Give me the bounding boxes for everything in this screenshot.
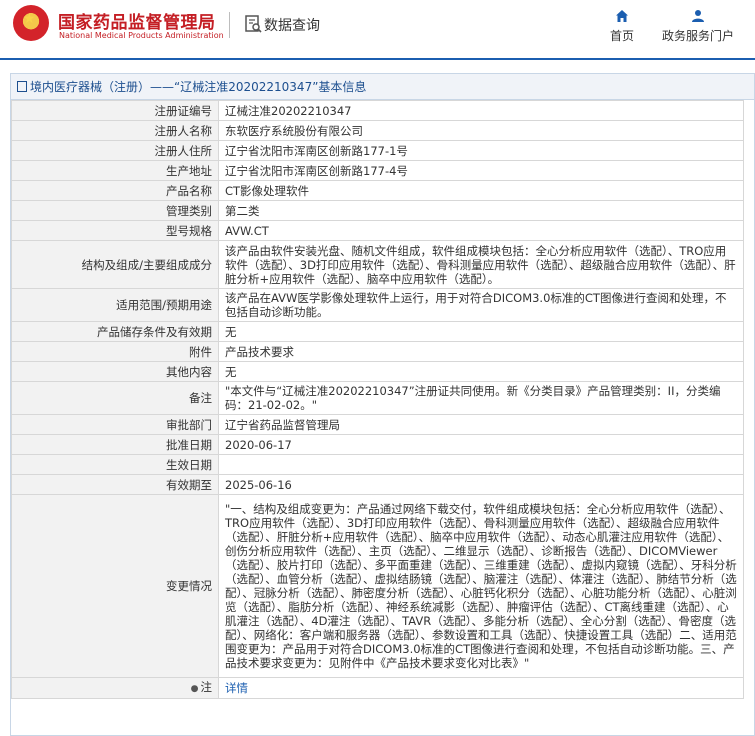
field-label: 产品储存条件及有效期 <box>11 321 219 342</box>
breadcrumb-text: 境内医疗器械（注册）——“辽械注准20202210347”基本信息 <box>30 80 367 94</box>
field-label: 注册人名称 <box>11 120 219 141</box>
field-label: 生效日期 <box>11 454 219 475</box>
table-row: 适用范围/预期用途 该产品在AVW医学影像处理软件上运行，用于对符合DICOM3.… <box>11 288 744 322</box>
table-row: 注册人名称 东软医疗系统股份有限公司 <box>11 120 744 141</box>
detail-panel: 境内医疗器械（注册）——“辽械注准20202210347”基本信息 注册证编号辽… <box>10 73 755 736</box>
field-value: 无 <box>218 361 744 382</box>
field-label: 有效期至 <box>11 474 219 495</box>
national-emblem-logo: ★ <box>13 5 49 41</box>
field-value <box>218 454 744 475</box>
info-table: 注册证编号 辽械注准20202210347 注册人名称 东软医疗系统股份有限公司 注册人… <box>11 100 744 699</box>
field-label: 管理类别 <box>11 200 219 221</box>
nav-service-portal[interactable]: 政务服务门户 <box>658 9 738 44</box>
field-label: 批准日期 <box>11 434 219 455</box>
table-row: 有效期至 2025-06-16 <box>11 474 744 495</box>
field-label: 注册证编号 <box>11 100 219 121</box>
org-name-cn[interactable]: 国家药品监督管理局 <box>58 8 216 33</box>
table-row: 产品储存条件及有效期无 <box>11 321 744 342</box>
org-name-en: National Medical Products Administration <box>59 31 224 40</box>
table-row: 产品名称 CT影像处理软件 <box>11 180 744 201</box>
field-value: "一、结构及组成变更为：产品通过网络下载交付，软件组成模块包括：全心分析应用软件… <box>218 494 744 678</box>
table-row: 型号规格 AVW.CT <box>11 220 744 241</box>
field-value: AVW.CT <box>218 220 744 241</box>
field-value: 无 <box>218 321 744 342</box>
document-icon <box>17 81 27 92</box>
field-label: 结构及组成/主要组成成分 <box>11 240 219 289</box>
nav-service-portal-label: 政务服务门户 <box>661 29 734 43</box>
table-row-note: ● 注详情 <box>11 677 744 699</box>
field-value: 2020-06-17 <box>218 434 744 455</box>
table-row: 注册证编号 辽械注准20202210347 <box>11 100 744 121</box>
table-row: 备注 "本文件与“辽械注准20202210347”注册证共同使用。新《分类目录》产… <box>11 381 744 415</box>
field-value: CT影像处理软件 <box>218 180 744 201</box>
field-value: 该产品由软件安装光盘、随机文件组成，软件组成模块包括：全心分析应用软件（选配）、… <box>218 240 744 289</box>
field-label: 适用范围/预期用途 <box>11 288 219 322</box>
table-row: 生效日期 <box>11 454 744 475</box>
data-query-icon <box>245 15 262 33</box>
data-query-label[interactable]: 数据查询 <box>264 15 320 35</box>
field-label: 其他内容 <box>11 361 219 382</box>
field-value: 辽宁省沈阳市浑南区创新路177-4号 <box>218 160 744 181</box>
field-label: 注册人住所 <box>11 140 219 161</box>
field-label: 附件 <box>11 341 219 362</box>
table-row: 附件 产品技术要求 <box>11 341 744 362</box>
nav-home[interactable]: 首页 <box>604 9 640 44</box>
field-value: 2025-06-16 <box>218 474 744 495</box>
table-row: 其他内容无 <box>11 361 744 382</box>
field-label: 变更情况 <box>11 494 219 678</box>
breadcrumb: 境内医疗器械（注册）——“辽械注准20202210347”基本信息 <box>11 74 754 100</box>
table-row: 结构及组成/主要组成成分 该产品由软件安装光盘、随机文件组成，软件组成模块包括：全… <box>11 240 744 289</box>
field-label: 型号规格 <box>11 220 219 241</box>
field-label: 生产地址 <box>11 160 219 181</box>
details-link[interactable]: 详情 <box>225 681 248 695</box>
field-label: 审批部门 <box>11 414 219 435</box>
note-value-cell: 详情 <box>218 677 744 699</box>
field-label: 产品名称 <box>11 180 219 201</box>
field-value: "本文件与“辽械注准20202210347”注册证共同使用。新《分类目录》产品管… <box>218 381 744 415</box>
nav-home-label: 首页 <box>609 29 634 43</box>
table-row: 注册人住所 辽宁省沈阳市浑南区创新路177-1号 <box>11 140 744 161</box>
user-icon <box>692 10 704 22</box>
field-value: 辽宁省药品监督管理局 <box>218 414 744 435</box>
home-icon <box>616 10 628 22</box>
table-row: 变更情况 "一、结构及组成变更为：产品通过网络下载交付，软件组成模块包括：全心分析… <box>11 494 744 678</box>
note-label: 注 <box>200 680 213 694</box>
table-row: 审批部门 辽宁省药品监督管理局 <box>11 414 744 435</box>
table-row: 批准日期 2020-06-17 <box>11 434 744 455</box>
bulb-icon: ● <box>190 684 199 694</box>
field-label: 备注 <box>11 381 219 415</box>
table-row: 管理类别 第二类 <box>11 200 744 221</box>
field-value: 辽械注准20202210347 <box>218 100 744 121</box>
field-value: 东软医疗系统股份有限公司 <box>218 120 744 141</box>
note-label-cell: ● 注 <box>11 677 219 699</box>
table-row: 生产地址 辽宁省沈阳市浑南区创新路177-4号 <box>11 160 744 181</box>
field-value: 辽宁省沈阳市浑南区创新路177-1号 <box>218 140 744 161</box>
header-underline <box>0 58 755 60</box>
field-value: 该产品在AVW医学影像处理软件上运行，用于对符合DICOM3.0标准的CT图像进… <box>218 288 744 322</box>
header-divider <box>229 12 230 38</box>
field-value: 第二类 <box>218 200 744 221</box>
field-value: 产品技术要求 <box>218 341 744 362</box>
site-header: ★ 国家药品监督管理局 National Medical Products Ad… <box>0 0 755 60</box>
